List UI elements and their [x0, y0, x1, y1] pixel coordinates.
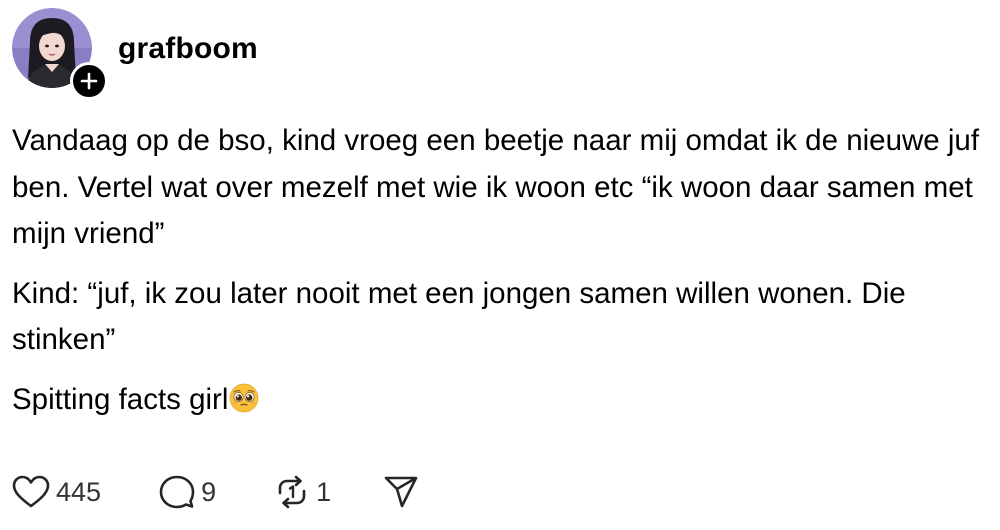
avatar-container	[12, 8, 108, 100]
repost-icon	[278, 475, 306, 509]
action-bar: 445 9 1	[12, 470, 419, 514]
username[interactable]: grafboom	[118, 31, 258, 67]
share-icon	[384, 476, 418, 508]
post-paragraph-3-wrapper: Spitting facts girl	[12, 377, 987, 424]
reply-count: 9	[201, 476, 217, 507]
post-paragraph-3: Spitting facts girl	[12, 382, 229, 416]
like-button[interactable]: 445	[12, 475, 101, 509]
follow-button[interactable]	[70, 62, 108, 100]
reply-button[interactable]: 9	[159, 474, 216, 510]
post-body: Vandaag op de bso, kind vroeg een beetje…	[12, 118, 987, 423]
repost-button[interactable]: 1	[274, 474, 331, 510]
share-button[interactable]	[383, 474, 419, 510]
pleading-face-emoji	[230, 383, 259, 412]
heart-icon	[12, 475, 50, 508]
post-paragraph-1: Vandaag op de bso, kind vroeg een beetje…	[12, 124, 980, 250]
repost-count: 1	[316, 476, 332, 507]
plus-icon	[80, 72, 98, 90]
like-count: 445	[56, 476, 102, 507]
threads-post: grafboom Vandaag op de bso, kind vroeg e…	[0, 0, 1000, 530]
post-paragraph-2: Kind: “juf, ik zou later nooit met een j…	[12, 276, 906, 357]
comment-icon	[159, 475, 195, 509]
